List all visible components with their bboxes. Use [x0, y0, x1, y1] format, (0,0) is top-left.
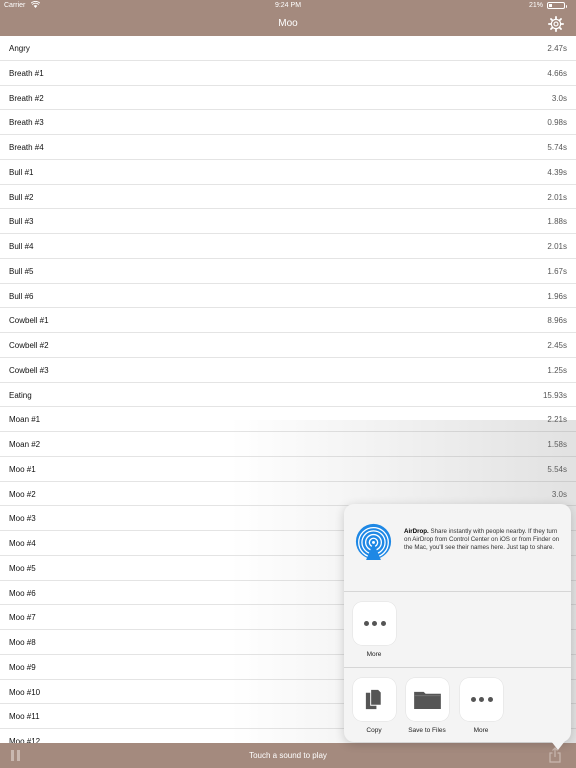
sound-duration: 3.0s — [551, 489, 567, 499]
gear-icon[interactable] — [547, 15, 565, 33]
sound-row[interactable]: Eating 15.93s — [0, 383, 576, 408]
sound-duration: 0.98s — [547, 118, 567, 128]
battery-percent: 21% — [528, 2, 543, 9]
sound-name: Cowbell #3 — [9, 365, 49, 375]
share-sheet: AirDrop. Share instantly with people nea… — [344, 504, 571, 750]
more-icon — [363, 621, 386, 627]
sound-name: Breath #2 — [9, 93, 44, 103]
sound-name: Bull #4 — [9, 242, 34, 251]
sound-name: Moo #5 — [9, 563, 36, 573]
sound-duration: 1.96s — [547, 291, 567, 301]
sound-duration: 2.21s — [547, 415, 567, 425]
popover-arrow — [551, 741, 565, 750]
people-section: More — [344, 592, 571, 668]
more-icon — [470, 697, 493, 703]
battery-icon — [547, 2, 567, 9]
airdrop-section: AirDrop. Share instantly with people nea… — [344, 504, 571, 592]
sound-duration: 5.74s — [547, 143, 567, 152]
sound-duration: 3.0s — [551, 93, 567, 103]
sound-duration: 1.25s — [547, 365, 567, 375]
sound-name: Breath #4 — [9, 143, 44, 152]
sound-row[interactable]: Bull #2 2.01s — [0, 185, 576, 210]
sound-row[interactable]: Moo #2 3.0s — [0, 482, 576, 507]
sound-name: Breath #1 — [9, 68, 44, 78]
people-more-label: More — [366, 651, 382, 658]
sound-name: Eating — [9, 390, 32, 400]
sound-duration: 15.93s — [542, 390, 567, 400]
sound-row[interactable]: Breath #4 5.74s — [0, 135, 576, 160]
copy-label: Copy — [366, 727, 382, 734]
sound-name: Moo #2 — [9, 489, 36, 499]
sound-name: Cowbell #1 — [9, 316, 49, 326]
actions-more-label: More — [473, 727, 489, 734]
sound-name: Moo #11 — [9, 712, 40, 722]
sound-name: Bull #5 — [9, 266, 34, 276]
navigation-bar: Moo — [0, 12, 576, 36]
sound-row[interactable]: Moan #1 2.21s — [0, 407, 576, 432]
save-to-files-tile[interactable] — [405, 678, 449, 721]
save-to-files-label: Save to Files — [408, 727, 446, 734]
sound-name: Angry — [9, 44, 30, 53]
sound-name: Moo #7 — [9, 613, 36, 623]
sound-name: Breath #3 — [9, 118, 44, 128]
airdrop-description: AirDrop. Share instantly with people nea… — [404, 528, 562, 552]
actions-more-tile[interactable] — [459, 678, 503, 721]
people-more-button[interactable]: More — [352, 602, 396, 658]
sound-duration: 1.58s — [547, 440, 567, 449]
sound-row[interactable]: Bull #4 2.01s — [0, 234, 576, 259]
bottom-toolbar: Touch a sound to play — [0, 743, 576, 768]
sound-name: Bull #3 — [9, 217, 34, 227]
sound-name: Moo #1 — [9, 464, 36, 474]
sound-name: Moo #4 — [9, 539, 36, 548]
page-title: Moo — [278, 18, 298, 29]
sound-duration: 2.45s — [547, 341, 567, 350]
folder-icon — [413, 691, 441, 710]
sound-row[interactable]: Breath #1 4.66s — [0, 61, 576, 86]
sound-duration: 4.39s — [547, 167, 567, 177]
sound-row[interactable]: Breath #3 0.98s — [0, 110, 576, 135]
sound-duration: 4.66s — [547, 68, 567, 78]
play-hint: Touch a sound to play — [249, 751, 327, 760]
copy-tile[interactable] — [352, 678, 396, 721]
sound-duration: 1.67s — [547, 266, 567, 276]
sound-name: Moo #3 — [9, 514, 36, 524]
sound-row[interactable]: Bull #3 1.88s — [0, 209, 576, 234]
sound-name: Bull #1 — [9, 167, 34, 177]
sound-row[interactable]: Cowbell #3 1.25s — [0, 358, 576, 383]
sound-duration: 2.01s — [547, 242, 567, 251]
sound-name: Moo #9 — [9, 662, 36, 672]
sound-duration: 1.88s — [547, 217, 567, 227]
sound-name: Cowbell #2 — [9, 341, 49, 350]
sound-row[interactable]: Cowbell #1 8.96s — [0, 308, 576, 333]
copy-icon — [365, 688, 382, 710]
status-time: 9:24 PM — [274, 2, 302, 9]
status-bar: Carrier 9:24 PM 21% — [0, 0, 576, 12]
sound-row[interactable]: Bull #6 1.96s — [0, 284, 576, 309]
sound-duration: 5.54s — [547, 464, 567, 474]
sound-name: Bull #6 — [9, 291, 34, 301]
sound-duration: 8.96s — [547, 316, 567, 326]
sound-name: Moo #10 — [9, 687, 41, 697]
sound-row[interactable]: Bull #5 1.67s — [0, 259, 576, 284]
airdrop-title: AirDrop. — [404, 528, 429, 535]
sound-row[interactable]: Moan #2 1.58s — [0, 432, 576, 457]
copy-button[interactable]: Copy — [352, 678, 396, 734]
actions-more-button[interactable]: More — [459, 678, 503, 734]
sound-name: Moan #2 — [9, 440, 41, 449]
actions-section: Copy Save to Files More — [344, 668, 571, 742]
more-tile[interactable] — [352, 602, 396, 645]
sound-name: Moo #6 — [9, 588, 36, 598]
sound-name: Bull #2 — [9, 192, 34, 202]
sound-row[interactable]: Cowbell #2 2.45s — [0, 333, 576, 358]
sound-name: Moo #8 — [9, 638, 36, 647]
sound-duration: 2.01s — [547, 192, 567, 202]
sound-duration: 2.47s — [547, 44, 567, 53]
airdrop-icon — [355, 523, 392, 560]
save-to-files-button[interactable]: Save to Files — [405, 678, 449, 734]
sound-row[interactable]: Bull #1 4.39s — [0, 160, 576, 185]
sound-name: Moan #1 — [9, 415, 41, 425]
sound-row[interactable]: Moo #1 5.54s — [0, 457, 576, 482]
sound-row[interactable]: Breath #2 3.0s — [0, 86, 576, 111]
sound-row[interactable]: Angry 2.47s — [0, 36, 576, 61]
